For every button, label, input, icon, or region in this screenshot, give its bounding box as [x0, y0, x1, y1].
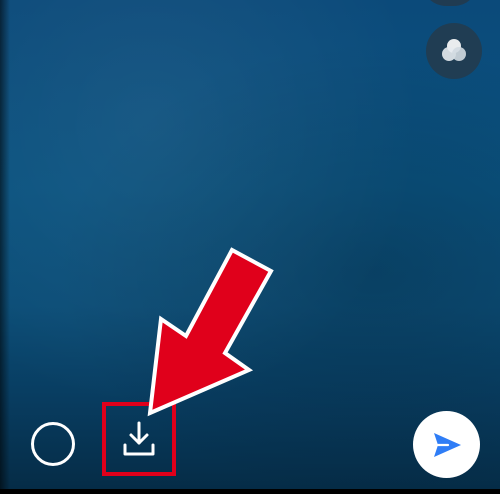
send-button[interactable] — [413, 411, 480, 478]
download-button[interactable] — [114, 414, 164, 464]
shutter-button[interactable] — [31, 422, 75, 466]
top-right-control[interactable] — [422, 0, 478, 6]
camera-preview — [0, 0, 500, 494]
filters-button[interactable] — [426, 23, 482, 79]
filters-icon — [442, 39, 466, 61]
download-highlight-box — [102, 402, 176, 476]
download-icon — [123, 421, 155, 456]
screen-edge-shadow — [0, 0, 10, 494]
send-icon — [433, 432, 461, 457]
bottom-edge-bar — [0, 489, 500, 494]
